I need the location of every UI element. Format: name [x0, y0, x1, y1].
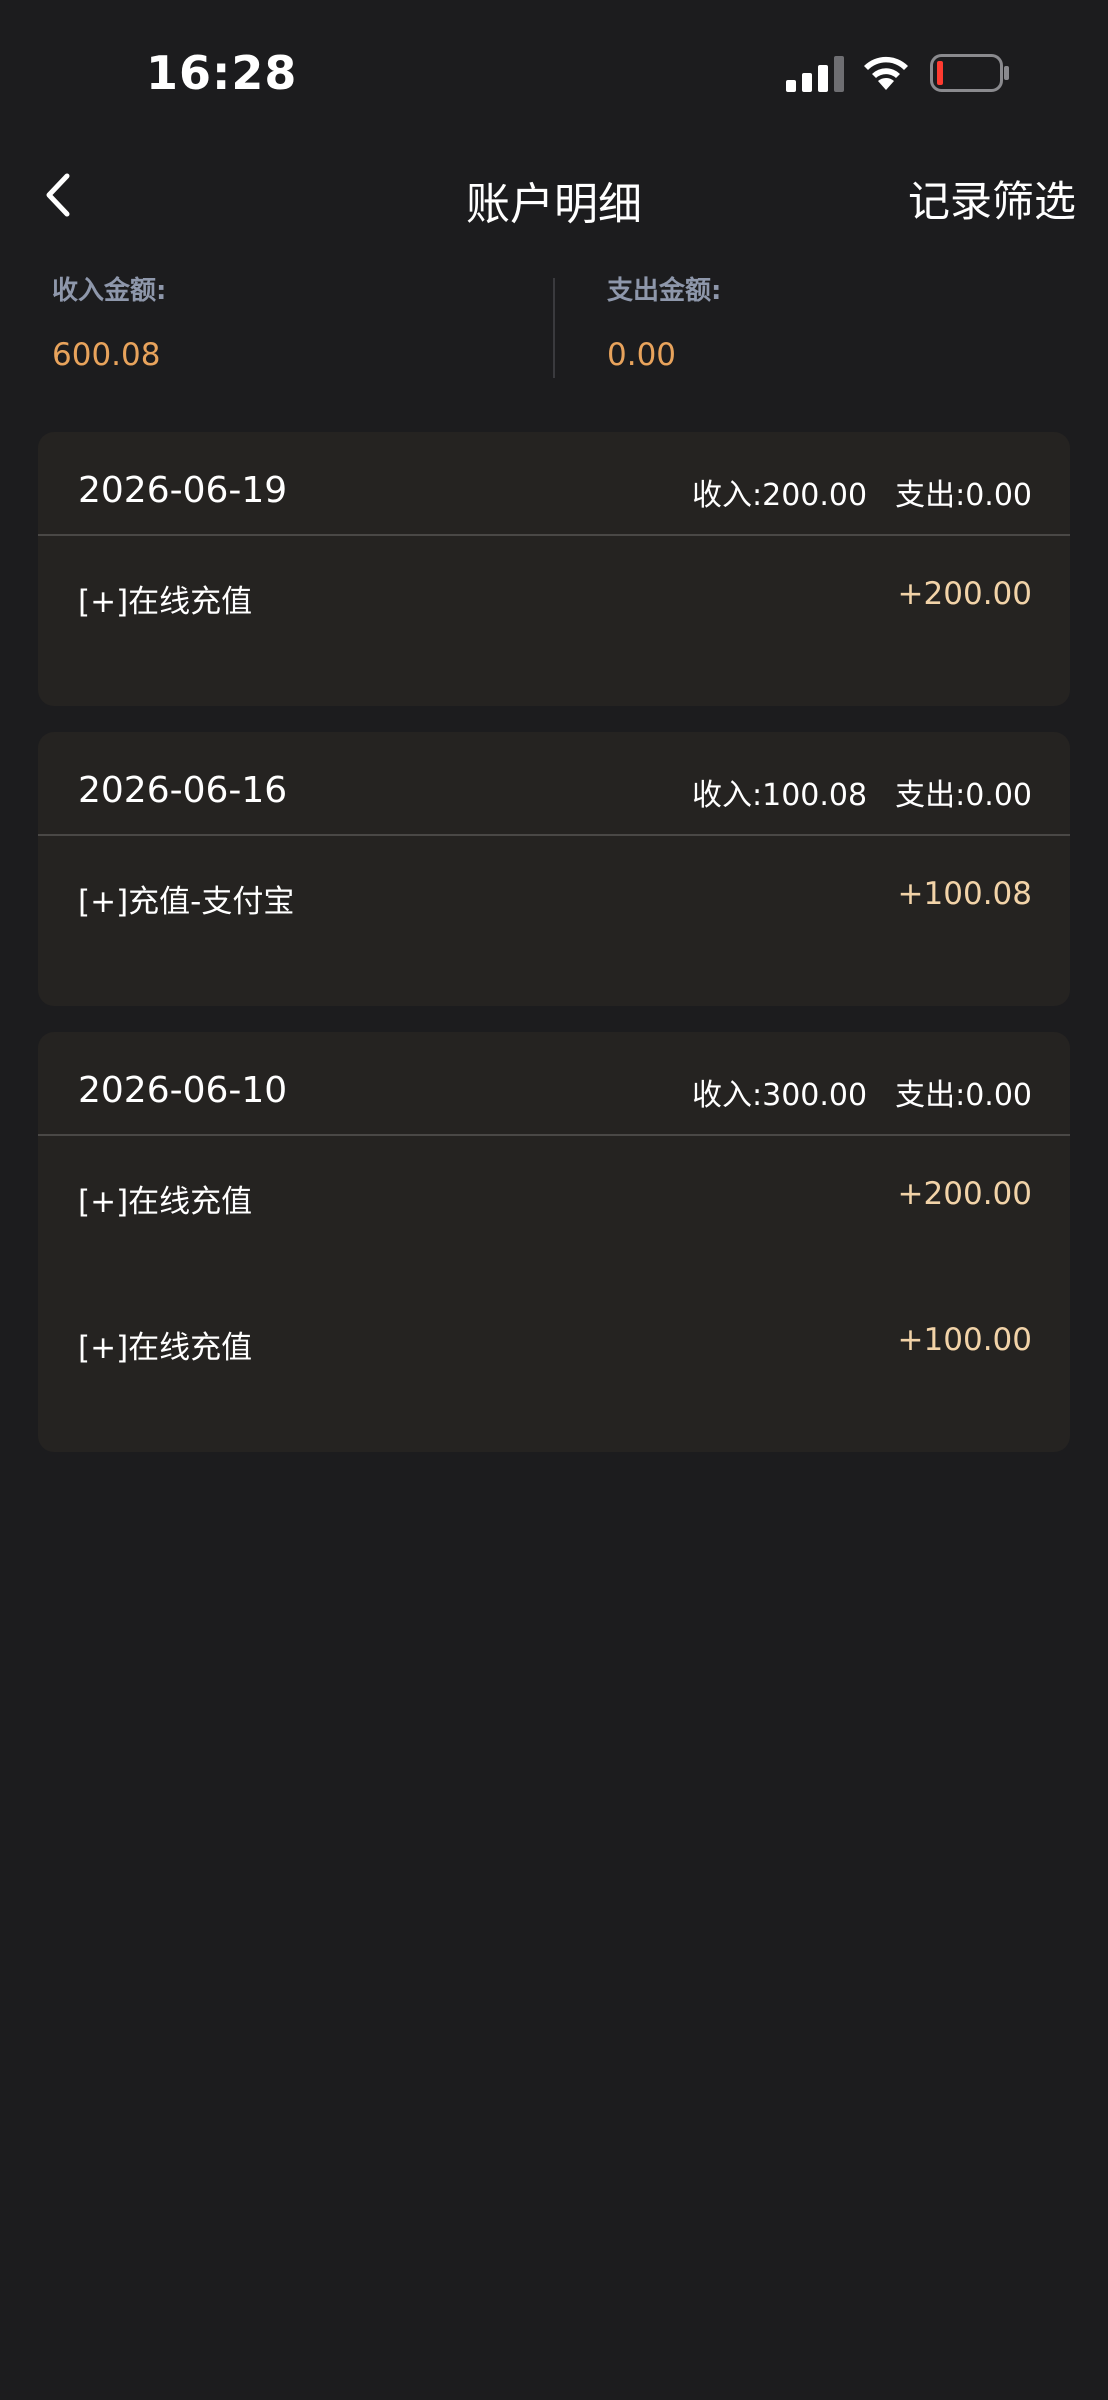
expense-summary: 支出金额: 0.00	[607, 270, 721, 373]
list-item[interactable]: [+]在线充值 +200.00	[38, 576, 1070, 646]
nav-bar: 账户明细 记录筛选	[0, 150, 1108, 240]
expense-label: 支出金额:	[607, 276, 722, 306]
day-card: 2026-06-10 收入:300.00 支出:0.00 [+]在线充值 +20…	[38, 1032, 1070, 1452]
list-item[interactable]: [+]在线充值 +200.00	[38, 1176, 1070, 1246]
entry-list: [+]在线充值 +200.00	[38, 536, 1070, 706]
day-date: 2026-06-19	[78, 470, 288, 511]
entry-list: [+]在线充值 +200.00 [+]在线充值 +100.00	[38, 1136, 1070, 1452]
list-item[interactable]: [+]充值-支付宝 +100.08	[38, 876, 1070, 946]
entry-list: [+]充值-支付宝 +100.08	[38, 836, 1070, 1006]
record-list: 2026-06-19 收入:200.00 支出:0.00 [+]在线充值 +20…	[38, 432, 1070, 1478]
entry-amount: +200.00	[897, 576, 1032, 612]
entry-label: [+]在线充值	[78, 584, 253, 620]
day-card: 2026-06-16 收入:100.08 支出:0.00 [+]充值-支付宝 +…	[38, 732, 1070, 1006]
entry-label: [+]充值-支付宝	[78, 884, 295, 920]
signal-icon	[786, 56, 844, 92]
day-totals: 收入:100.08 支出:0.00	[692, 770, 1032, 814]
day-header: 2026-06-10 收入:300.00 支出:0.00	[38, 1032, 1070, 1136]
income-summary: 收入金额: 600.08	[52, 270, 166, 373]
screen: 16:28 账户明细 记录筛选 收入金额: 600.08 支出金额: 0.00 …	[0, 0, 1108, 2400]
battery-low-icon	[930, 54, 1009, 92]
entry-label: [+]在线充值	[78, 1330, 253, 1366]
status-bar: 16:28	[0, 0, 1108, 140]
day-expense: 支出:0.00	[895, 478, 1032, 513]
day-date: 2026-06-10	[78, 1070, 288, 1111]
expense-value: 0.00	[607, 337, 677, 373]
entry-label: [+]在线充值	[78, 1184, 253, 1220]
day-expense: 支出:0.00	[895, 1078, 1032, 1113]
entry-amount: +200.00	[897, 1176, 1032, 1212]
day-header: 2026-06-19 收入:200.00 支出:0.00	[38, 432, 1070, 536]
summary-divider	[553, 278, 555, 378]
day-card: 2026-06-19 收入:200.00 支出:0.00 [+]在线充值 +20…	[38, 432, 1070, 706]
day-date: 2026-06-16	[78, 770, 288, 811]
day-expense: 支出:0.00	[895, 778, 1032, 813]
day-header: 2026-06-16 收入:100.08 支出:0.00	[38, 732, 1070, 836]
day-income: 收入:100.08	[692, 778, 868, 813]
day-totals: 收入:200.00 支出:0.00	[692, 470, 1032, 514]
income-value: 600.08	[52, 337, 161, 373]
day-totals: 收入:300.00 支出:0.00	[692, 1070, 1032, 1114]
account-summary: 收入金额: 600.08 支出金额: 0.00	[0, 270, 1108, 380]
entry-amount: +100.00	[897, 1322, 1032, 1358]
record-filter-button[interactable]: 记录筛选	[908, 168, 1076, 229]
day-income: 收入:300.00	[692, 1078, 868, 1113]
entry-amount: +100.08	[897, 876, 1032, 912]
day-income: 收入:200.00	[692, 478, 868, 513]
wifi-icon	[864, 56, 908, 90]
status-time: 16:28	[146, 46, 298, 100]
income-label: 收入金额:	[52, 276, 167, 306]
list-item[interactable]: [+]在线充值 +100.00	[38, 1322, 1070, 1392]
